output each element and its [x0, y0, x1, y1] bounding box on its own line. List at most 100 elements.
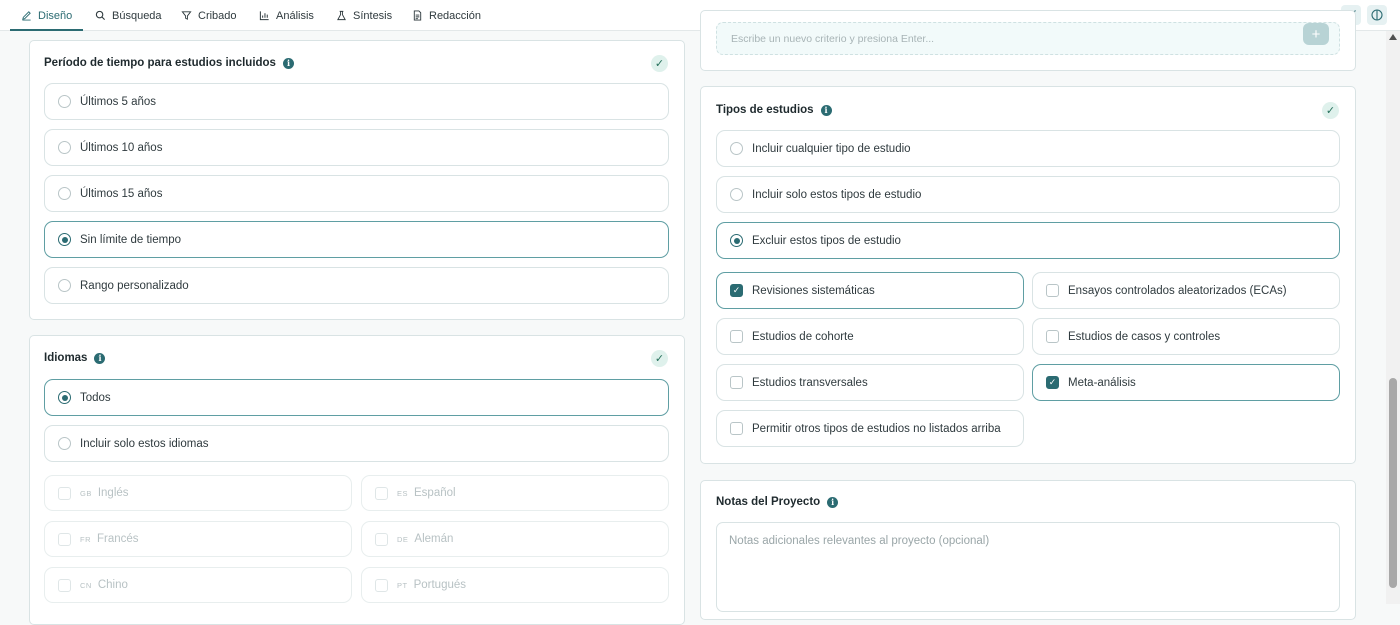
study-type-option-selected[interactable]: Excluir estos tipos de estudio: [716, 222, 1340, 259]
language-checkbox: ES Español: [361, 475, 669, 511]
option-label: Últimos 15 años: [80, 187, 163, 200]
language-code: DE: [397, 534, 409, 544]
study-type-option[interactable]: Incluir solo estos tipos de estudio: [716, 176, 1340, 213]
checkbox-label: Permitir otros tipos de estudios no list…: [752, 422, 1001, 435]
notes-placeholder: Notas adicionales relevantes al proyecto…: [729, 535, 990, 547]
period-option[interactable]: Rango personalizado: [44, 267, 669, 304]
pen-icon: [22, 11, 31, 21]
checkbox-checked-icon: ✓: [730, 284, 743, 297]
notes-title-text: Notas del Proyecto: [716, 496, 821, 508]
radio-icon: [58, 187, 71, 200]
period-title-text: Período de tiempo para estudios incluido…: [44, 57, 276, 69]
option-label: Excluir estos tipos de estudio: [752, 234, 901, 247]
language-label: Chino: [97, 579, 128, 591]
info-icon[interactable]: i: [94, 352, 106, 364]
language-checkbox: FR Francés: [44, 521, 352, 557]
period-option[interactable]: Últimos 5 años: [44, 83, 669, 120]
study-type-checkbox[interactable]: Estudios de casos y controles: [1032, 318, 1340, 355]
study-type-checkbox[interactable]: Permitir otros tipos de estudios no list…: [716, 410, 1024, 447]
info-icon[interactable]: i: [820, 104, 832, 116]
tab-analisis[interactable]: Análisis: [259, 0, 314, 31]
checkbox-icon: [58, 578, 71, 592]
study-types-title-text: Tipos de estudios: [716, 104, 814, 116]
tab-label: Diseño: [38, 9, 73, 22]
checkbox-icon: [58, 532, 71, 546]
tab-busqueda[interactable]: Búsqueda: [95, 0, 162, 31]
scroll-up-arrow-icon[interactable]: [1389, 34, 1397, 40]
check-icon: ✓: [1322, 102, 1339, 119]
study-type-option[interactable]: Incluir cualquier tipo de estudio: [716, 130, 1340, 167]
languages-title: Idiomas i: [44, 352, 106, 364]
panel-icon: [1371, 9, 1383, 21]
study-type-checkbox[interactable]: ✓ Meta-análisis: [1032, 364, 1340, 401]
option-label: Rango personalizado: [80, 279, 189, 292]
checkbox-icon: [375, 578, 388, 592]
language-code: CN: [80, 580, 92, 590]
scrollbar[interactable]: [1386, 31, 1400, 604]
chart-icon: [259, 11, 269, 21]
checkbox-label: Estudios de cohorte: [752, 330, 854, 343]
language-code: ES: [397, 488, 409, 498]
period-option-selected[interactable]: Sin límite de tiempo: [44, 221, 669, 258]
language-checkbox: PT Portugués: [361, 567, 669, 603]
radio-icon: [730, 188, 743, 201]
languages-title-text: Idiomas: [44, 352, 88, 364]
tab-label: Redacción: [429, 9, 481, 22]
language-label: Portugués: [413, 579, 467, 591]
add-criteria-button[interactable]: +: [1303, 23, 1329, 45]
language-checkbox: GB Inglés: [44, 475, 352, 511]
flask-icon: [337, 10, 346, 21]
option-label: Todos: [80, 391, 111, 404]
tab-label: Análisis: [276, 9, 314, 22]
option-label: Últimos 5 años: [80, 95, 157, 108]
period-title: Período de tiempo para estudios incluido…: [44, 57, 294, 69]
language-code: GB: [80, 488, 92, 498]
scroll-thumb[interactable]: [1389, 378, 1397, 588]
criteria-placeholder: Escribe un nuevo criterio y presiona Ent…: [731, 32, 935, 45]
info-icon[interactable]: i: [827, 496, 839, 508]
study-types-title: Tipos de estudios i: [716, 104, 832, 116]
language-option-selected[interactable]: Todos: [44, 379, 669, 416]
radio-icon: [58, 141, 71, 154]
language-code: PT: [397, 580, 408, 590]
tab-diseno[interactable]: Diseño: [9, 0, 84, 31]
period-option[interactable]: Últimos 15 años: [44, 175, 669, 212]
tab-label: Cribado: [198, 9, 237, 22]
plus-icon: +: [1311, 25, 1321, 43]
tab-label: Búsqueda: [112, 9, 162, 22]
filter-icon: [181, 11, 192, 20]
checkbox-checked-icon: ✓: [1046, 376, 1059, 389]
checkbox-label: Estudios transversales: [752, 376, 868, 389]
radio-selected-icon: [58, 391, 71, 404]
radio-icon: [58, 279, 71, 292]
tab-redaccion[interactable]: Redacción: [412, 0, 481, 31]
language-checkbox: CN Chino: [44, 567, 352, 603]
option-label: Incluir solo estos tipos de estudio: [752, 188, 922, 201]
study-type-checkbox[interactable]: ✓ Revisiones sistemáticas: [716, 272, 1024, 309]
check-icon: ✓: [651, 55, 668, 72]
checkbox-label: Ensayos controlados aleatorizados (ECAs): [1068, 284, 1287, 297]
search-icon: [95, 10, 106, 21]
language-code: FR: [80, 534, 91, 544]
checkbox-icon: [58, 486, 71, 500]
language-option[interactable]: Incluir solo estos idiomas: [44, 425, 669, 462]
study-type-checkbox[interactable]: Ensayos controlados aleatorizados (ECAs): [1032, 272, 1340, 309]
document-icon: [413, 10, 422, 21]
language-label: Alemán: [414, 533, 454, 545]
radio-icon: [730, 142, 743, 155]
tab-cribado[interactable]: Cribado: [181, 0, 237, 31]
notes-textarea[interactable]: Notas adicionales relevantes al proyecto…: [716, 522, 1340, 612]
info-icon[interactable]: i: [282, 57, 294, 69]
checkbox-icon: [1046, 284, 1059, 297]
checkbox-icon: [375, 486, 388, 500]
option-label: Sin límite de tiempo: [80, 233, 181, 246]
study-type-checkbox[interactable]: Estudios de cohorte: [716, 318, 1024, 355]
language-checkbox: DE Alemán: [361, 521, 669, 557]
panel-toggle-button[interactable]: [1367, 5, 1387, 25]
language-label: Francés: [97, 533, 139, 545]
study-type-checkbox[interactable]: Estudios transversales: [716, 364, 1024, 401]
check-icon: ✓: [651, 350, 668, 367]
criteria-input[interactable]: Escribe un nuevo criterio y presiona Ent…: [716, 22, 1340, 55]
tab-sintesis[interactable]: Síntesis: [336, 0, 392, 31]
period-option[interactable]: Últimos 10 años: [44, 129, 669, 166]
